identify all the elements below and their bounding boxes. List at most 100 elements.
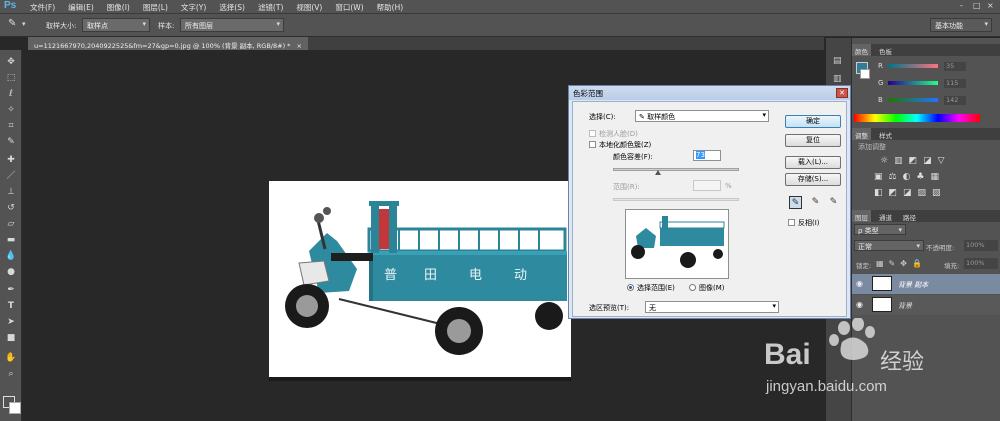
tab-channels[interactable]: 通道	[876, 210, 895, 222]
quick-select-tool-icon[interactable]: ✧	[5, 104, 17, 116]
stamp-tool-icon[interactable]: ⊥	[5, 186, 17, 198]
menu-item[interactable]: 图像(I)	[107, 2, 130, 13]
fuzziness-slider-knob[interactable]	[655, 170, 662, 175]
eyedropper-plus-icon[interactable]: ✎	[809, 196, 822, 209]
dialog-close-icon[interactable]: ✕	[836, 88, 848, 98]
document-canvas[interactable]: 普 田 电 动	[269, 181, 571, 381]
tab-layers[interactable]: 图层	[852, 210, 871, 222]
select-dropdown[interactable]: ✎ 取样颜色	[635, 110, 769, 122]
tab-close-icon[interactable]: ×	[297, 42, 302, 50]
color-range-dialog: 色彩范围 ✕ 选择(C): ✎ 取样颜色 检测人脸(D) 本地化颜色簇(Z) 颜…	[568, 85, 851, 319]
adjustment-icons-row-2[interactable]: ▣⚖◐♣▦	[874, 172, 945, 182]
selection-preview-select[interactable]: 无	[645, 301, 779, 313]
channel-r-slider[interactable]	[888, 64, 938, 68]
channel-b-value[interactable]: 142	[944, 96, 966, 105]
channel-r-value[interactable]: 35	[944, 62, 966, 71]
pen-tool-icon[interactable]: ✒	[5, 284, 17, 296]
hand-tool-icon[interactable]: ✋	[5, 352, 17, 364]
selection-radio[interactable]	[627, 284, 634, 291]
eraser-tool-icon[interactable]: ▱	[5, 218, 17, 230]
channel-b-slider[interactable]	[888, 98, 938, 102]
marquee-tool-icon[interactable]: ⬚	[5, 72, 17, 84]
image-radio[interactable]	[689, 284, 696, 291]
channel-g-slider[interactable]	[888, 81, 938, 85]
crop-tool-icon[interactable]: ⌗	[5, 120, 17, 132]
menu-item[interactable]: 滤镜(T)	[258, 2, 283, 13]
minimize-button[interactable]: -	[960, 1, 963, 10]
menu-item[interactable]: 窗口(W)	[335, 2, 363, 13]
layer-row-bg-copy[interactable]: ◉ 背景 副本	[852, 274, 1000, 294]
move-tool-icon[interactable]: ✥	[5, 56, 17, 68]
menu-item[interactable]: 图层(L)	[143, 2, 168, 13]
visibility-eye-icon[interactable]: ◉	[856, 300, 863, 309]
eyedropper-icon[interactable]: ✎	[5, 136, 17, 148]
fuzziness-input[interactable]: 73	[693, 150, 721, 161]
opacity-value[interactable]: 100%	[964, 240, 998, 251]
blend-mode-select[interactable]: 正常	[854, 240, 924, 251]
properties-panel-icon[interactable]: ▥	[833, 74, 842, 84]
fuzziness-slider[interactable]	[613, 168, 739, 171]
reset-button[interactable]: 复位	[785, 134, 841, 147]
lock-icons[interactable]: ▦✎✥🔒	[876, 259, 927, 268]
menu-item[interactable]: 选择(S)	[219, 2, 245, 13]
document-tab[interactable]: u=1121667970,2040922525&fm=27&gp=0.jpg @…	[28, 37, 308, 50]
color-panel-background-swatch[interactable]	[860, 69, 870, 79]
history-panel-icon[interactable]: ▤	[833, 56, 842, 66]
channel-b-label: B	[878, 96, 883, 104]
type-tool-icon[interactable]: T	[5, 300, 17, 312]
menu-item[interactable]: 视图(V)	[296, 2, 322, 13]
load-button[interactable]: 载入(L)...	[785, 156, 841, 169]
lock-label: 锁定:	[856, 262, 872, 270]
tool-preset-chevron-icon[interactable]: ▾	[22, 20, 26, 28]
layer-row-bg[interactable]: ◉ 背景	[852, 295, 1000, 315]
tab-paths[interactable]: 路径	[900, 210, 919, 222]
brush-tool-icon[interactable]: ／	[5, 170, 17, 182]
healing-tool-icon[interactable]: ✚	[5, 154, 17, 166]
select-label: 选择(C):	[589, 113, 616, 121]
svg-text:动: 动	[514, 268, 527, 283]
adjustment-icons-row-1[interactable]: ☼▥◩◪▽	[880, 156, 951, 166]
range-slider[interactable]	[613, 198, 739, 201]
eyedropper-minus-icon[interactable]: ✎	[827, 196, 840, 209]
color-spectrum-bar[interactable]	[854, 114, 980, 122]
background-color-swatch[interactable]	[9, 402, 21, 414]
menu-item[interactable]: 文件(F)	[30, 2, 55, 13]
dodge-tool-icon[interactable]: ●	[5, 266, 17, 278]
shape-tool-icon[interactable]: ■	[5, 332, 17, 344]
invert-checkbox[interactable]	[788, 219, 795, 226]
visibility-eye-icon[interactable]: ◉	[856, 279, 863, 288]
tab-swatches[interactable]: 色板	[876, 44, 895, 56]
workspace-select[interactable]: 基本功能	[930, 18, 992, 32]
blur-tool-icon[interactable]: 💧	[5, 250, 17, 262]
zoom-tool-icon[interactable]: ⌕	[5, 368, 17, 380]
history-brush-icon[interactable]: ↺	[5, 202, 17, 214]
eyedropper-icon[interactable]: ✎	[789, 196, 802, 209]
sample-select[interactable]: 所有图层	[180, 18, 284, 32]
localized-clusters-checkbox[interactable]	[589, 141, 596, 148]
save-button[interactable]: 存储(S)...	[785, 173, 841, 186]
fill-value[interactable]: 100%	[964, 258, 998, 269]
layer-filter-select[interactable]: ρ 类型	[854, 224, 906, 235]
tab-styles[interactable]: 样式	[876, 128, 895, 140]
ok-button[interactable]: 确定	[785, 115, 841, 128]
restore-button[interactable]: □	[973, 1, 981, 10]
sample-size-select[interactable]: 取样点	[82, 18, 150, 32]
detect-faces-checkbox[interactable]	[589, 130, 596, 137]
tab-adjustments[interactable]: 调整	[852, 128, 871, 140]
lasso-tool-icon[interactable]: ℓ	[5, 88, 17, 100]
channel-g-value[interactable]: 115	[944, 79, 966, 88]
menu-item[interactable]: 帮助(H)	[377, 2, 404, 13]
fuzziness-label: 颜色容差(F):	[613, 153, 653, 161]
menu-item[interactable]: 文字(Y)	[181, 2, 206, 13]
close-window-button[interactable]: ×	[987, 1, 994, 10]
range-input[interactable]	[693, 180, 721, 191]
adjustment-icons-row-3[interactable]: ◧◩◪▨▧	[874, 188, 947, 198]
eyedropper-tool-icon[interactable]: ✎	[8, 18, 16, 29]
path-select-icon[interactable]: ➤	[5, 316, 17, 328]
opacity-label: 不透明度:	[926, 244, 955, 252]
gradient-tool-icon[interactable]: ▬	[5, 234, 17, 246]
adjust-panel-title: 添加调整	[858, 143, 886, 151]
menu-item[interactable]: 编辑(E)	[68, 2, 94, 13]
tab-color[interactable]: 颜色	[852, 44, 871, 56]
watermark-brand2: 经验	[880, 350, 925, 375]
